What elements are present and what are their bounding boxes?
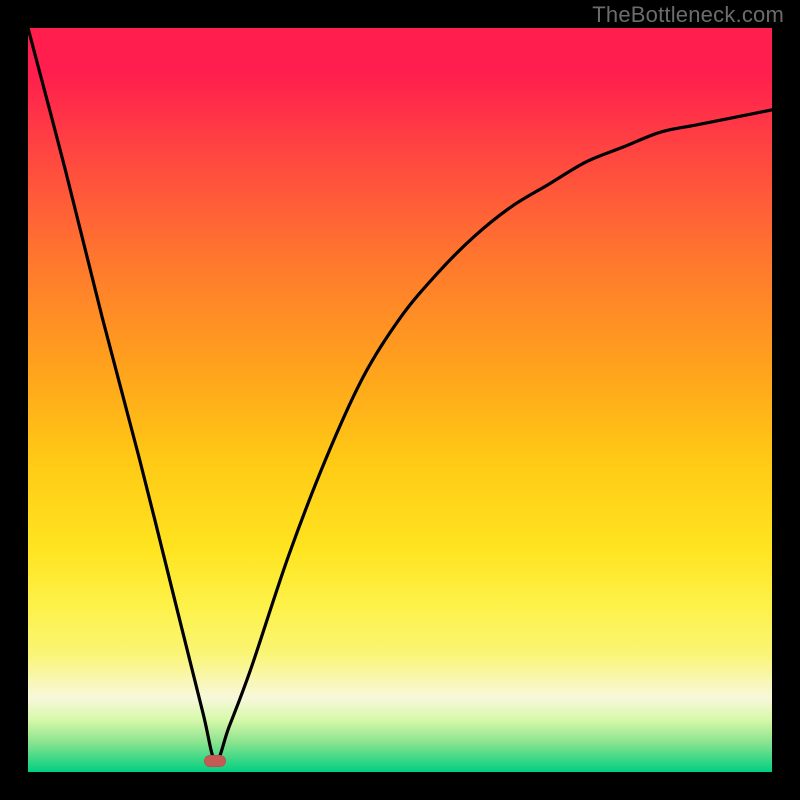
- bottleneck-curve: [28, 28, 772, 772]
- optimal-point-marker: [204, 755, 226, 767]
- chart-container: TheBottleneck.com: [0, 0, 800, 800]
- bottleneck-curve-path: [28, 28, 772, 761]
- watermark-text: TheBottleneck.com: [592, 2, 784, 28]
- chart-plot-area: [28, 28, 772, 772]
